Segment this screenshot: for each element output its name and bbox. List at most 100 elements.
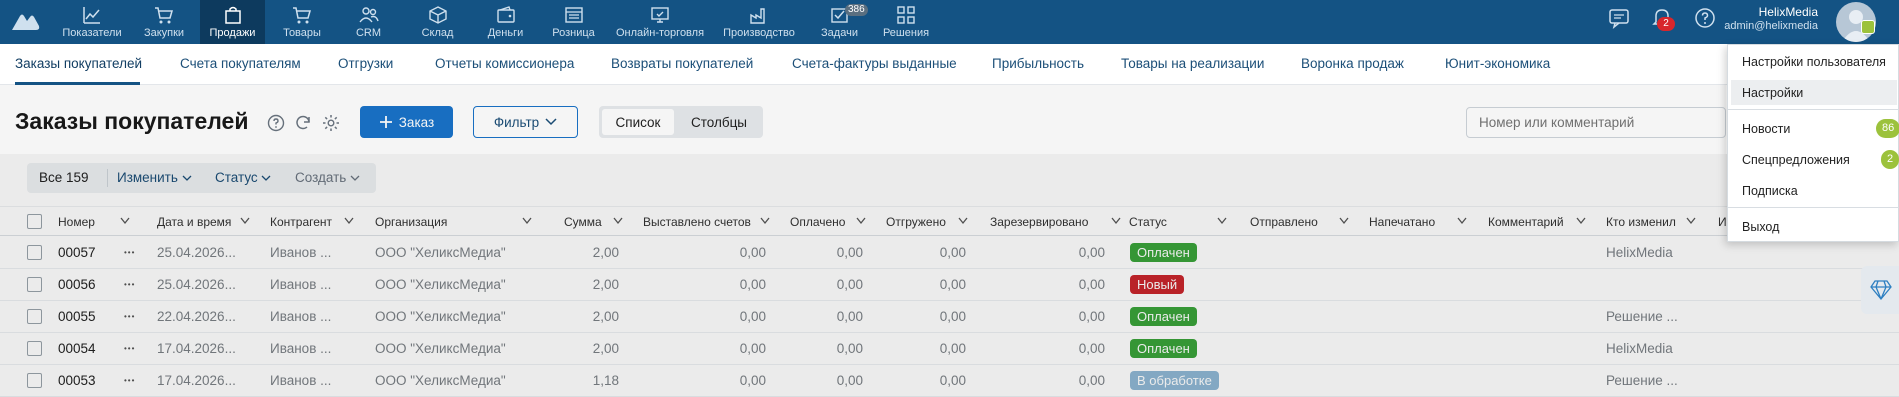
chevron-down-icon[interactable] (1686, 217, 1696, 225)
column-header-date[interactable]: Дата и время (157, 215, 231, 229)
chevron-down-icon[interactable] (1576, 217, 1586, 225)
chevron-down-icon[interactable] (1217, 217, 1227, 225)
help-icon[interactable] (266, 113, 286, 133)
cell-number[interactable]: 00053 (58, 373, 96, 388)
chevron-down-icon[interactable] (120, 217, 130, 225)
menu-item-settings[interactable]: Настройки (1742, 86, 1803, 100)
column-header-counterparty[interactable]: Контрагент (270, 215, 332, 229)
chevron-down-icon[interactable] (344, 217, 354, 225)
tab-unit-economics[interactable]: Юнит-экономика (1445, 56, 1550, 71)
nav-item-tasks[interactable]: Задачи 386 (812, 0, 868, 44)
view-columns-button[interactable]: Столбцы (679, 109, 759, 135)
chevron-down-icon[interactable] (760, 217, 770, 225)
tab-customer-returns[interactable]: Возвраты покупателей (611, 56, 753, 71)
premium-tab[interactable] (1861, 266, 1899, 314)
status-badge[interactable]: Оплачен (1130, 307, 1197, 326)
menu-item-special-offers[interactable]: Спецпредложения (1742, 153, 1850, 167)
cell-number[interactable]: 00055 (58, 309, 96, 324)
menu-item-news[interactable]: Новости (1742, 122, 1790, 136)
select-all-count[interactable]: Все 159 (39, 170, 89, 185)
row-checkbox[interactable] (27, 341, 42, 356)
column-header-invoiced[interactable]: Выставлено счетов (643, 215, 751, 229)
create-menu-button[interactable]: Создать (295, 170, 360, 185)
table-row[interactable]: ••• 00054 17.04.2026... Иванов ... ООО "Хели… (0, 333, 1899, 365)
row-actions-icon[interactable]: ••• (124, 248, 135, 257)
chevron-down-icon[interactable] (522, 217, 532, 225)
status-badge[interactable]: Новый (1130, 275, 1185, 294)
cell-number[interactable]: 00057 (58, 245, 96, 260)
chevron-down-icon[interactable] (240, 217, 250, 225)
search-input[interactable] (1466, 107, 1726, 138)
user-name[interactable]: HelixMedia (1658, 5, 1818, 19)
column-header-reserved[interactable]: Зарезервировано (990, 215, 1088, 229)
user-email[interactable]: admin@helixmedia (1658, 20, 1818, 32)
row-actions-icon[interactable]: ••• (124, 376, 135, 385)
refresh-icon[interactable] (293, 113, 313, 133)
nav-item-online-trading[interactable]: Онлайн-торговля (612, 0, 708, 44)
column-header-comment[interactable]: Комментарий (1488, 215, 1564, 229)
chevron-down-icon[interactable] (958, 217, 968, 225)
column-header-sent[interactable]: Отправлено (1250, 215, 1318, 229)
chevron-down-icon[interactable] (613, 217, 623, 225)
nav-item-retail[interactable]: Розница (545, 0, 602, 44)
edit-menu-button[interactable]: Изменить (117, 170, 192, 185)
column-header-paid[interactable]: Оплачено (790, 215, 845, 229)
tab-issued-invoices[interactable]: Счета-фактуры выданные (792, 56, 957, 71)
nav-item-solutions[interactable]: Решения (877, 0, 935, 44)
create-order-button[interactable]: Заказ (360, 106, 453, 138)
tab-goods-on-sale[interactable]: Товары на реализации (1121, 56, 1264, 71)
status-badge[interactable]: Оплачен (1130, 243, 1197, 262)
nav-item-money[interactable]: Деньги (478, 0, 533, 44)
column-header-changed-by[interactable]: Кто изменил (1606, 215, 1676, 229)
row-checkbox[interactable] (27, 245, 42, 260)
row-checkbox[interactable] (27, 373, 42, 388)
column-header-status[interactable]: Статус (1129, 215, 1167, 229)
tab-sales-funnel[interactable]: Воронка продаж (1301, 56, 1404, 71)
row-actions-icon[interactable]: ••• (124, 312, 135, 321)
gear-icon[interactable] (321, 113, 341, 133)
tab-customer-invoices[interactable]: Счета покупателям (180, 56, 301, 71)
column-header-shipped[interactable]: Отгружено (886, 215, 946, 229)
menu-item-subscription[interactable]: Подписка (1742, 184, 1798, 198)
select-all-checkbox[interactable] (27, 214, 42, 229)
nav-item-purchases[interactable]: Закупки (134, 0, 194, 44)
table-row[interactable]: ••• 00056 25.04.2026... Иванов ... ООО "Хели… (0, 269, 1899, 301)
row-actions-icon[interactable]: ••• (124, 280, 135, 289)
column-header-truncated[interactable]: И (1718, 215, 1727, 229)
status-menu-button[interactable]: Статус (215, 170, 271, 185)
tab-commission-reports[interactable]: Отчеты комиссионера (435, 56, 574, 71)
chat-icon[interactable] (1607, 6, 1631, 30)
nav-item-goods[interactable]: Товары (272, 0, 332, 44)
cell-number[interactable]: 00056 (58, 277, 96, 292)
filter-button[interactable]: Фильтр (473, 106, 578, 138)
row-checkbox[interactable] (27, 277, 42, 292)
tab-shipments[interactable]: Отгрузки (338, 56, 393, 71)
chevron-down-icon[interactable] (856, 217, 866, 225)
column-header-number[interactable]: Номер (58, 215, 95, 229)
status-badge[interactable]: В обработке (1130, 371, 1219, 390)
table-row[interactable]: ••• 00057 25.04.2026... Иванов ... ООО "Хели… (0, 237, 1899, 269)
menu-item-logout[interactable]: Выход (1742, 220, 1779, 234)
nav-item-crm[interactable]: CRM (340, 0, 397, 44)
row-actions-icon[interactable]: ••• (124, 344, 135, 353)
status-badge[interactable]: Оплачен (1130, 339, 1197, 358)
row-checkbox[interactable] (27, 309, 42, 324)
nav-item-indicators[interactable]: Показатели (52, 0, 132, 44)
tab-customer-orders[interactable]: Заказы покупателей (15, 56, 142, 71)
logo-icon[interactable] (10, 8, 40, 34)
column-header-organization[interactable]: Организация (375, 215, 447, 229)
cell-number[interactable]: 00054 (58, 341, 96, 356)
table-row[interactable]: ••• 00053 17.04.2026... Иванов ... ООО "Хели… (0, 365, 1899, 397)
column-header-sum[interactable]: Сумма (564, 215, 602, 229)
chevron-down-icon[interactable] (1339, 217, 1349, 225)
column-header-printed[interactable]: Напечатано (1369, 215, 1435, 229)
nav-item-sales[interactable]: Продажи (200, 0, 265, 44)
menu-item-user-settings[interactable]: Настройки пользователя (1742, 55, 1886, 69)
nav-item-warehouse[interactable]: Склад (410, 0, 465, 44)
table-row[interactable]: ••• 00055 22.04.2026... Иванов ... ООО "Хели… (0, 301, 1899, 333)
nav-item-production[interactable]: Производство (718, 0, 800, 44)
tab-profitability[interactable]: Прибыльность (992, 56, 1084, 71)
chevron-down-icon[interactable] (1111, 217, 1121, 225)
chevron-down-icon[interactable] (1457, 217, 1467, 225)
view-list-button[interactable]: Список (602, 109, 674, 135)
